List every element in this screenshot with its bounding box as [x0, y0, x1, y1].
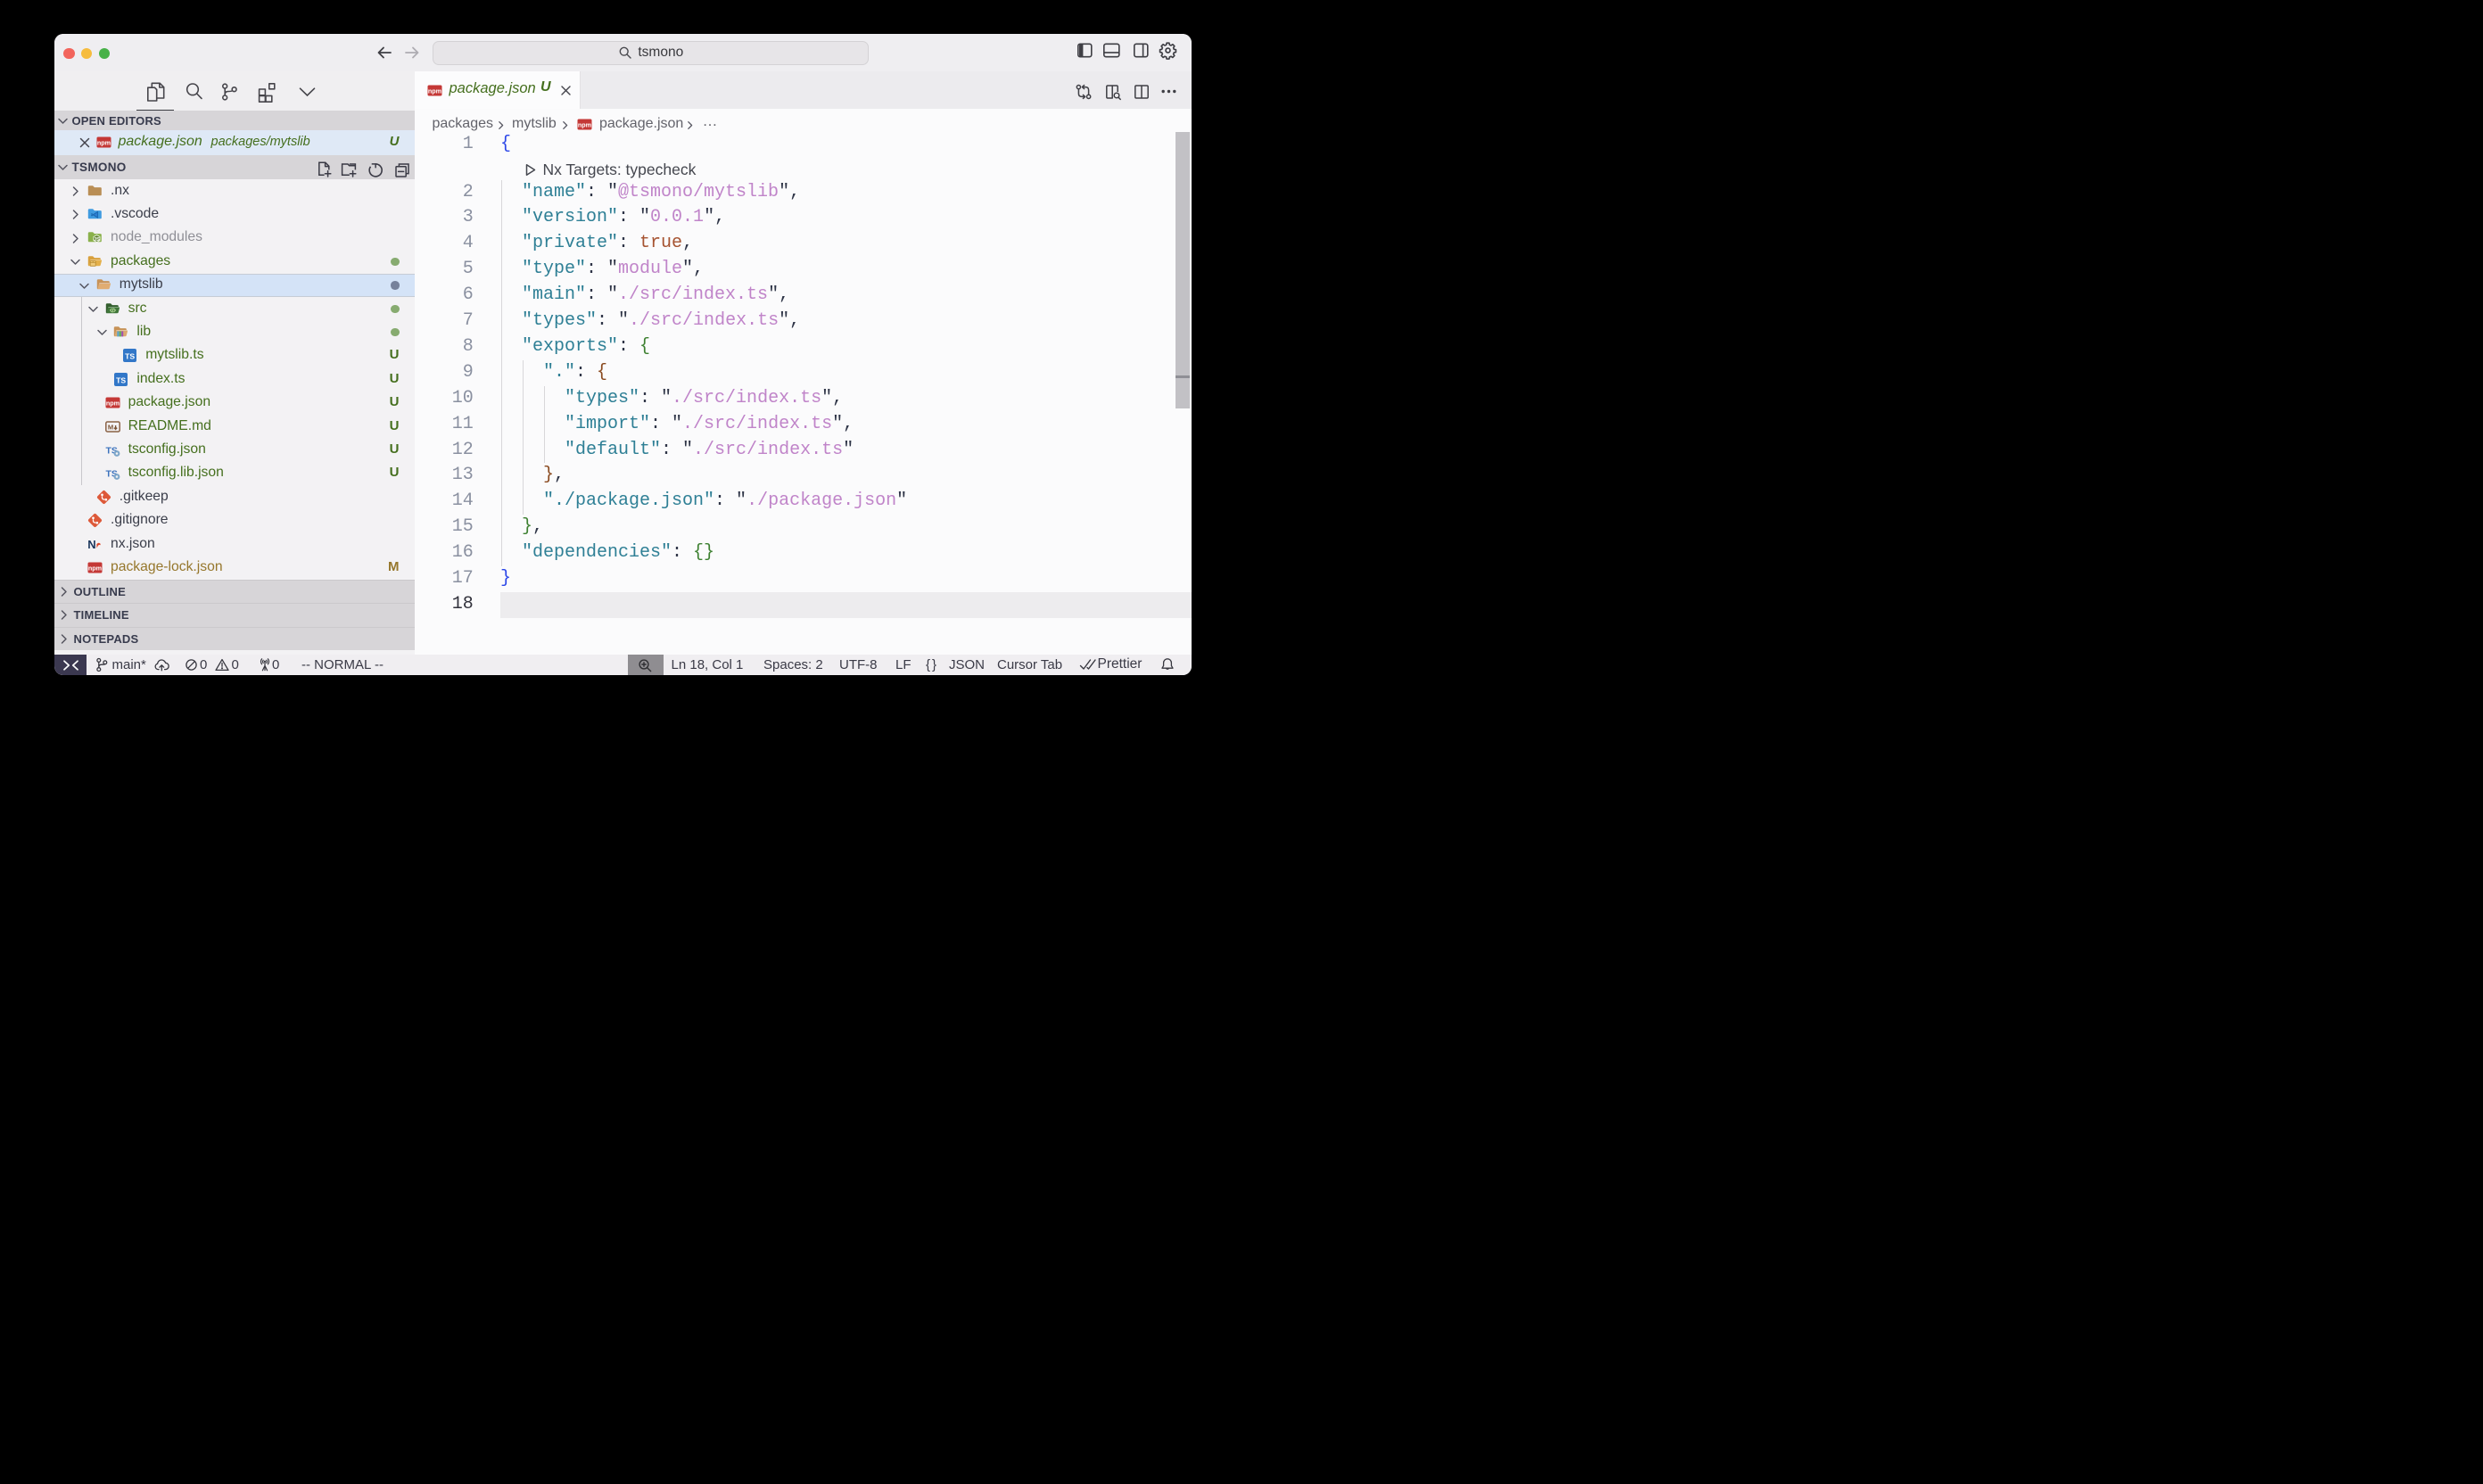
svg-text:JS: JS	[94, 238, 100, 243]
